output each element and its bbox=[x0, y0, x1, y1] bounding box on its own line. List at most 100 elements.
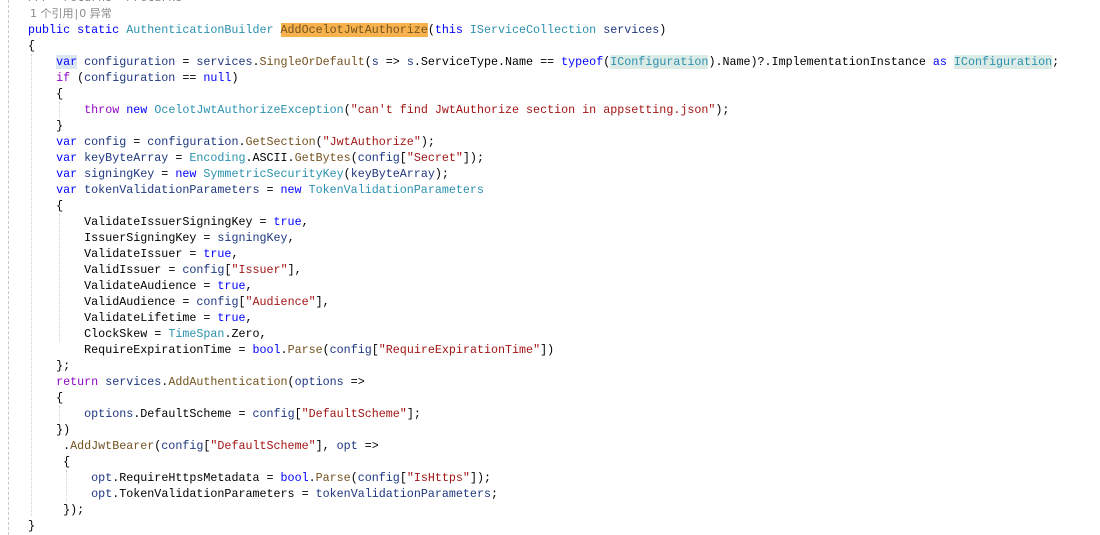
code-line[interactable]: { bbox=[56, 198, 63, 214]
punctuation-token: { bbox=[63, 455, 71, 469]
code-line[interactable]: } bbox=[56, 118, 63, 134]
string-literal-token: "IsHttps" bbox=[406, 471, 470, 485]
codelens-exceptions-link[interactable]: 0 异常 bbox=[79, 7, 112, 20]
code-line[interactable]: { bbox=[56, 390, 63, 406]
punctuation-token: => bbox=[378, 55, 407, 69]
identifier-token: s bbox=[371, 55, 379, 69]
code-line[interactable]: var keyByteArray = Encoding.ASCII.GetByt… bbox=[56, 150, 484, 166]
punctuation-token: } bbox=[28, 519, 36, 533]
punctuation-token: ]; bbox=[406, 407, 421, 421]
identifier-token: keyByteArray bbox=[350, 167, 435, 181]
punctuation-token: = bbox=[168, 151, 190, 165]
punctuation-token: }; bbox=[56, 359, 71, 373]
string-literal-token: "Audience" bbox=[245, 295, 316, 309]
outline-margin bbox=[8, 0, 9, 535]
type-name-token: AuthenticationBuilder bbox=[126, 23, 274, 37]
type-name-token: TokenValidationParameters bbox=[308, 183, 484, 197]
code-line[interactable]: var tokenValidationParameters = new Toke… bbox=[56, 182, 484, 198]
punctuation-token: ).Name)?.ImplementationInstance bbox=[708, 55, 933, 69]
code-line[interactable]: RequireExpirationTime = bool.Parse(confi… bbox=[84, 342, 554, 358]
punctuation-token: = bbox=[126, 135, 148, 149]
identifier-token: config bbox=[357, 151, 400, 165]
code-line[interactable]: ValidIssuer = config["Issuer"], bbox=[84, 262, 301, 278]
punctuation-token: ], bbox=[315, 439, 337, 453]
punctuation-token: } bbox=[56, 119, 64, 133]
code-line[interactable]: throw new OcelotJwtAuthorizeException("c… bbox=[84, 102, 729, 118]
code-line[interactable]: ValidateIssuer = true, bbox=[84, 246, 238, 262]
punctuation-token: { bbox=[56, 391, 64, 405]
identifier-token: config bbox=[357, 471, 400, 485]
identifier-token: options bbox=[294, 375, 344, 389]
punctuation-token: { bbox=[28, 39, 36, 53]
identifier-token: signingKey bbox=[84, 167, 155, 181]
identifier-token: tokenValidationParameters bbox=[84, 183, 260, 197]
code-line[interactable]: }; bbox=[56, 358, 70, 374]
code-line[interactable]: var signingKey = new SymmetricSecurityKe… bbox=[56, 166, 449, 182]
method-name-token: GetBytes bbox=[294, 151, 351, 165]
punctuation-token: ) bbox=[231, 71, 239, 85]
string-literal-token: "DefaultScheme" bbox=[210, 439, 316, 453]
code-line[interactable]: ValidateAudience = true, bbox=[84, 278, 252, 294]
punctuation-token: [ bbox=[399, 151, 407, 165]
identifier-token: options bbox=[84, 407, 134, 421]
punctuation-token: ( bbox=[343, 167, 351, 181]
punctuation-token: ( bbox=[350, 151, 358, 165]
punctuation-token: ); bbox=[434, 167, 449, 181]
punctuation-token: [ bbox=[294, 407, 302, 421]
punctuation-token: ) bbox=[659, 23, 667, 37]
keyword-token: typeof bbox=[561, 55, 604, 69]
punctuation-token: IssuerSigningKey = bbox=[84, 231, 218, 245]
code-line[interactable]: }) bbox=[56, 422, 70, 438]
code-line[interactable]: ValidAudience = config["Audience"], bbox=[84, 294, 330, 310]
identifier-token: configuration bbox=[147, 135, 239, 149]
code-line[interactable]: var configuration = services.SingleOrDef… bbox=[56, 54, 1059, 70]
code-line[interactable]: return services.AddAuthentication(option… bbox=[56, 374, 365, 390]
code-line[interactable]: }); bbox=[63, 502, 84, 518]
code-line[interactable]: opt.RequireHttpsMetadata = bool.Parse(co… bbox=[91, 470, 491, 486]
indent-guide bbox=[59, 406, 60, 422]
punctuation-token: ValidateLifetime = bbox=[84, 311, 218, 325]
punctuation-token: ); bbox=[715, 103, 730, 117]
identifier-token: signingKey bbox=[217, 231, 288, 245]
method-name-token: Parse bbox=[287, 343, 323, 357]
code-line[interactable]: IssuerSigningKey = signingKey, bbox=[84, 230, 294, 246]
punctuation-token: ( bbox=[315, 135, 323, 149]
code-line[interactable]: options.DefaultScheme = config["DefaultS… bbox=[84, 406, 421, 422]
codelens[interactable]: 1 个引用|0 异常 bbox=[30, 6, 112, 22]
punctuation-token: ( bbox=[364, 55, 372, 69]
code-line[interactable]: { bbox=[63, 454, 70, 470]
punctuation-token: ClockSkew = bbox=[84, 327, 169, 341]
code-line[interactable]: } bbox=[28, 518, 35, 534]
code-line[interactable]: ValidateLifetime = true, bbox=[84, 310, 252, 326]
indent-guide bbox=[59, 102, 60, 118]
code-line[interactable]: if (configuration == null) bbox=[56, 70, 238, 86]
code-line[interactable]: { bbox=[28, 38, 35, 54]
punctuation-token: ( bbox=[343, 103, 351, 117]
code-line[interactable]: var config = configuration.GetSection("J… bbox=[56, 134, 435, 150]
punctuation-token: RequireExpirationTime = bbox=[84, 343, 253, 357]
code-line[interactable]: { bbox=[56, 86, 63, 102]
code-line[interactable]: public static AuthenticationBuilder AddO… bbox=[28, 22, 666, 38]
code-line[interactable]: opt.TokenValidationParameters = tokenVal… bbox=[91, 486, 498, 502]
punctuation-token: .RequireHttpsMetadata = bbox=[112, 471, 281, 485]
code-editor[interactable]: /// <returns></returns>1 个引用|0 异常public … bbox=[0, 0, 1100, 535]
code-line[interactable]: ClockSkew = TimeSpan.Zero, bbox=[84, 326, 266, 342]
punctuation-token: ( bbox=[350, 471, 358, 485]
keyword-token: true bbox=[217, 279, 246, 293]
punctuation-token: .ServiceType.Name == bbox=[413, 55, 562, 69]
keyword-token: bool bbox=[252, 343, 281, 357]
keyword-token: new bbox=[175, 167, 197, 181]
keyword-token: null bbox=[203, 71, 232, 85]
keyword-token: var bbox=[56, 55, 78, 69]
code-line[interactable]: ValidateIssuerSigningKey = true, bbox=[84, 214, 308, 230]
control-keyword-token: throw bbox=[84, 103, 120, 117]
punctuation-token: ; bbox=[490, 487, 498, 501]
identifier-token: services bbox=[105, 375, 162, 389]
keyword-token: new bbox=[126, 103, 148, 117]
punctuation-token: ValidIssuer = bbox=[84, 263, 183, 277]
method-name-token: AddOcelotJwtAuthorize bbox=[280, 23, 428, 37]
punctuation-token: }); bbox=[63, 503, 85, 517]
codelens-references-link[interactable]: 1 个引用 bbox=[30, 7, 74, 20]
identifier-token: configuration bbox=[84, 55, 176, 69]
code-line[interactable]: .AddJwtBearer(config["DefaultScheme"], o… bbox=[63, 438, 379, 454]
